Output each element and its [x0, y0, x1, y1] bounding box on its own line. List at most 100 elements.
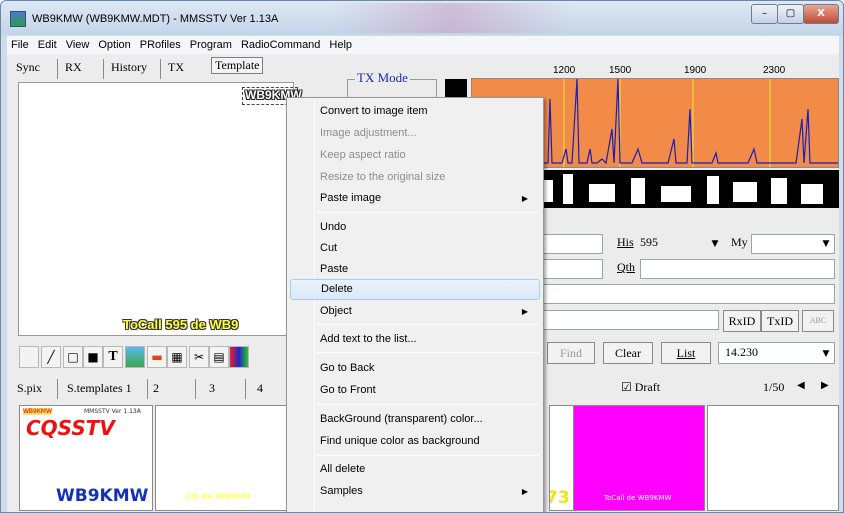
- frequency-value: 14.230: [725, 345, 758, 359]
- menu-item-go-to-back[interactable]: Go to Back: [290, 358, 540, 379]
- frequency-select[interactable]: 14.230 ▼: [718, 342, 835, 364]
- menu-file[interactable]: File: [11, 39, 29, 51]
- menu-help[interactable]: Help: [329, 39, 352, 51]
- menu-profiles[interactable]: PRofiles: [140, 39, 181, 51]
- waterfall-signal: [589, 184, 615, 202]
- prev-page-icon[interactable]: ◀: [797, 380, 805, 391]
- menu-item-find-unique-color[interactable]: Find unique color as background: [290, 431, 540, 452]
- name-field[interactable]: [543, 259, 603, 279]
- menu-item-label: Delete: [321, 283, 353, 295]
- app-icon: [10, 11, 26, 27]
- menu-item-go-to-front[interactable]: Go to Front: [290, 380, 540, 401]
- tab-template[interactable]: Template: [211, 57, 264, 74]
- remarks-field[interactable]: [543, 310, 719, 330]
- line-tool-icon[interactable]: ╱: [41, 346, 61, 368]
- thumb-version-tag: MMSSTV Ver 1.13A: [84, 408, 141, 415]
- template-thumb-5[interactable]: [707, 405, 839, 511]
- menu-item-add-text-to-list[interactable]: Add text to the list...: [290, 329, 540, 350]
- template-thumb-4[interactable]: ToCall de WB9KMW: [573, 405, 705, 511]
- paste-icon[interactable]: ▤: [209, 346, 229, 368]
- thumb-callsign-text: WB9KMW: [56, 486, 149, 506]
- my-dropdown-arrow[interactable]: ▼: [818, 235, 834, 253]
- tab-rx[interactable]: RX: [65, 60, 82, 75]
- menu-bar: File Edit View Option PRofiles Program R…: [7, 36, 839, 54]
- template-canvas[interactable]: WB9KMW ToCall 595 de WB9: [18, 82, 302, 336]
- qth-field[interactable]: [640, 259, 835, 279]
- thumb-tocall-text: ToCall de WB9KMW: [604, 494, 672, 502]
- menu-item-label: All delete: [320, 463, 366, 475]
- abc-button[interactable]: ABC: [802, 310, 834, 332]
- menu-item-cut[interactable]: Cut: [290, 238, 540, 259]
- image-tool-icon[interactable]: [125, 346, 145, 368]
- menu-item-label: Undo: [320, 221, 347, 233]
- menu-program[interactable]: Program: [190, 39, 232, 51]
- minimize-button[interactable]: –: [751, 4, 778, 24]
- menu-item-resize-original: Resize to the original size: [290, 167, 540, 188]
- window-title: WB9KMW (WB9KMW.MDT) - MMSSTV Ver 1.13A: [32, 13, 279, 25]
- tab-4[interactable]: 4: [257, 381, 263, 396]
- tab-s-pix[interactable]: S.pix: [17, 381, 42, 396]
- tab-tx[interactable]: TX: [168, 60, 184, 75]
- tab-sync[interactable]: Sync: [16, 60, 40, 75]
- tab-2[interactable]: 2: [153, 381, 159, 396]
- rectangle-tool-icon[interactable]: □: [63, 346, 83, 368]
- maximize-button[interactable]: ▢: [777, 4, 804, 24]
- template-thumb-3[interactable]: 73: [549, 405, 575, 511]
- menu-item-label: BackGround (transparent) color...: [320, 413, 483, 425]
- clear-button[interactable]: Clear: [603, 342, 653, 364]
- tab-3[interactable]: 3: [209, 381, 215, 396]
- menu-item-label: Image adjustment...: [320, 127, 417, 139]
- tx-mode-label: TX Mode: [355, 70, 410, 86]
- freq-tick-label: 1200: [553, 65, 576, 76]
- menu-radiocommand[interactable]: RadioCommand: [241, 39, 320, 51]
- txid-button[interactable]: TxID: [761, 310, 799, 332]
- his-dropdown-arrow[interactable]: ▼: [707, 235, 723, 253]
- menu-item-all-delete[interactable]: All delete: [290, 459, 540, 480]
- canvas-tocall-text[interactable]: ToCall 595 de WB9: [123, 317, 238, 332]
- menu-separator: [317, 455, 540, 456]
- menu-view[interactable]: View: [66, 39, 90, 51]
- menu-item-paste[interactable]: Paste: [290, 259, 540, 280]
- template-thumb-2[interactable]: CQ de WB9KM: [155, 405, 289, 511]
- thumb-call-tag: WB9KMW: [23, 408, 52, 415]
- text-tool-icon[interactable]: T: [103, 346, 123, 368]
- title-bar[interactable]: WB9KMW (WB9KMW.MDT) - MMSSTV Ver 1.13A –…: [1, 1, 843, 35]
- filled-rect-tool-icon[interactable]: ■: [83, 346, 103, 368]
- thumb-cqsstv-text: CQSSTV: [26, 416, 115, 440]
- his-rst-value[interactable]: 595: [640, 235, 658, 250]
- menu-item-object[interactable]: Object ▶: [290, 301, 540, 322]
- list-button[interactable]: List: [661, 342, 711, 364]
- menu-item-background-color[interactable]: BackGround (transparent) color...: [290, 409, 540, 430]
- cut-icon[interactable]: ✂: [189, 346, 209, 368]
- frequency-dropdown-arrow[interactable]: ▼: [818, 345, 834, 363]
- template-thumb-1[interactable]: WB9KMW MMSSTV Ver 1.13A CQSSTV WB9KMW: [19, 405, 153, 511]
- menu-item-delete[interactable]: Delete: [290, 279, 540, 300]
- submenu-arrow-icon: ▶: [521, 194, 528, 203]
- grid-tool-icon[interactable]: ▦: [167, 346, 187, 368]
- menu-edit[interactable]: Edit: [38, 39, 57, 51]
- tab-history[interactable]: History: [111, 60, 147, 75]
- color-palette-icon[interactable]: [229, 346, 249, 368]
- menu-item-label: Add text to the list...: [320, 333, 417, 345]
- menu-item-label: Keep aspect ratio: [320, 149, 406, 161]
- my-rst-select[interactable]: ▼: [751, 234, 835, 254]
- note-field[interactable]: [543, 284, 835, 304]
- draft-checkbox[interactable]: ☑ Draft: [621, 380, 660, 395]
- tab-s-templates-1[interactable]: S.templates 1: [67, 381, 132, 396]
- freq-tick-label: 1900: [684, 65, 707, 76]
- close-button[interactable]: X: [803, 4, 839, 24]
- menu-item-convert-to-image[interactable]: Convert to image item: [290, 101, 540, 122]
- menu-item-keep-aspect-ratio: Keep aspect ratio: [290, 145, 540, 166]
- next-page-icon[interactable]: ▶: [821, 380, 829, 391]
- call-field[interactable]: [543, 234, 603, 254]
- menu-option[interactable]: Option: [98, 39, 130, 51]
- color-bar-tool-icon[interactable]: ▬: [147, 346, 167, 368]
- rxid-button[interactable]: RxID: [723, 310, 761, 332]
- menu-item-paste-image[interactable]: Paste image ▶: [290, 188, 540, 209]
- app-window: WB9KMW (WB9KMW.MDT) - MMSSTV Ver 1.13A –…: [0, 0, 844, 513]
- tab-divider: [160, 59, 161, 79]
- color-swatch-tool[interactable]: [19, 346, 39, 368]
- find-button[interactable]: Find: [547, 342, 595, 364]
- menu-item-undo[interactable]: Undo: [290, 217, 540, 238]
- menu-item-samples[interactable]: Samples ▶: [290, 481, 540, 502]
